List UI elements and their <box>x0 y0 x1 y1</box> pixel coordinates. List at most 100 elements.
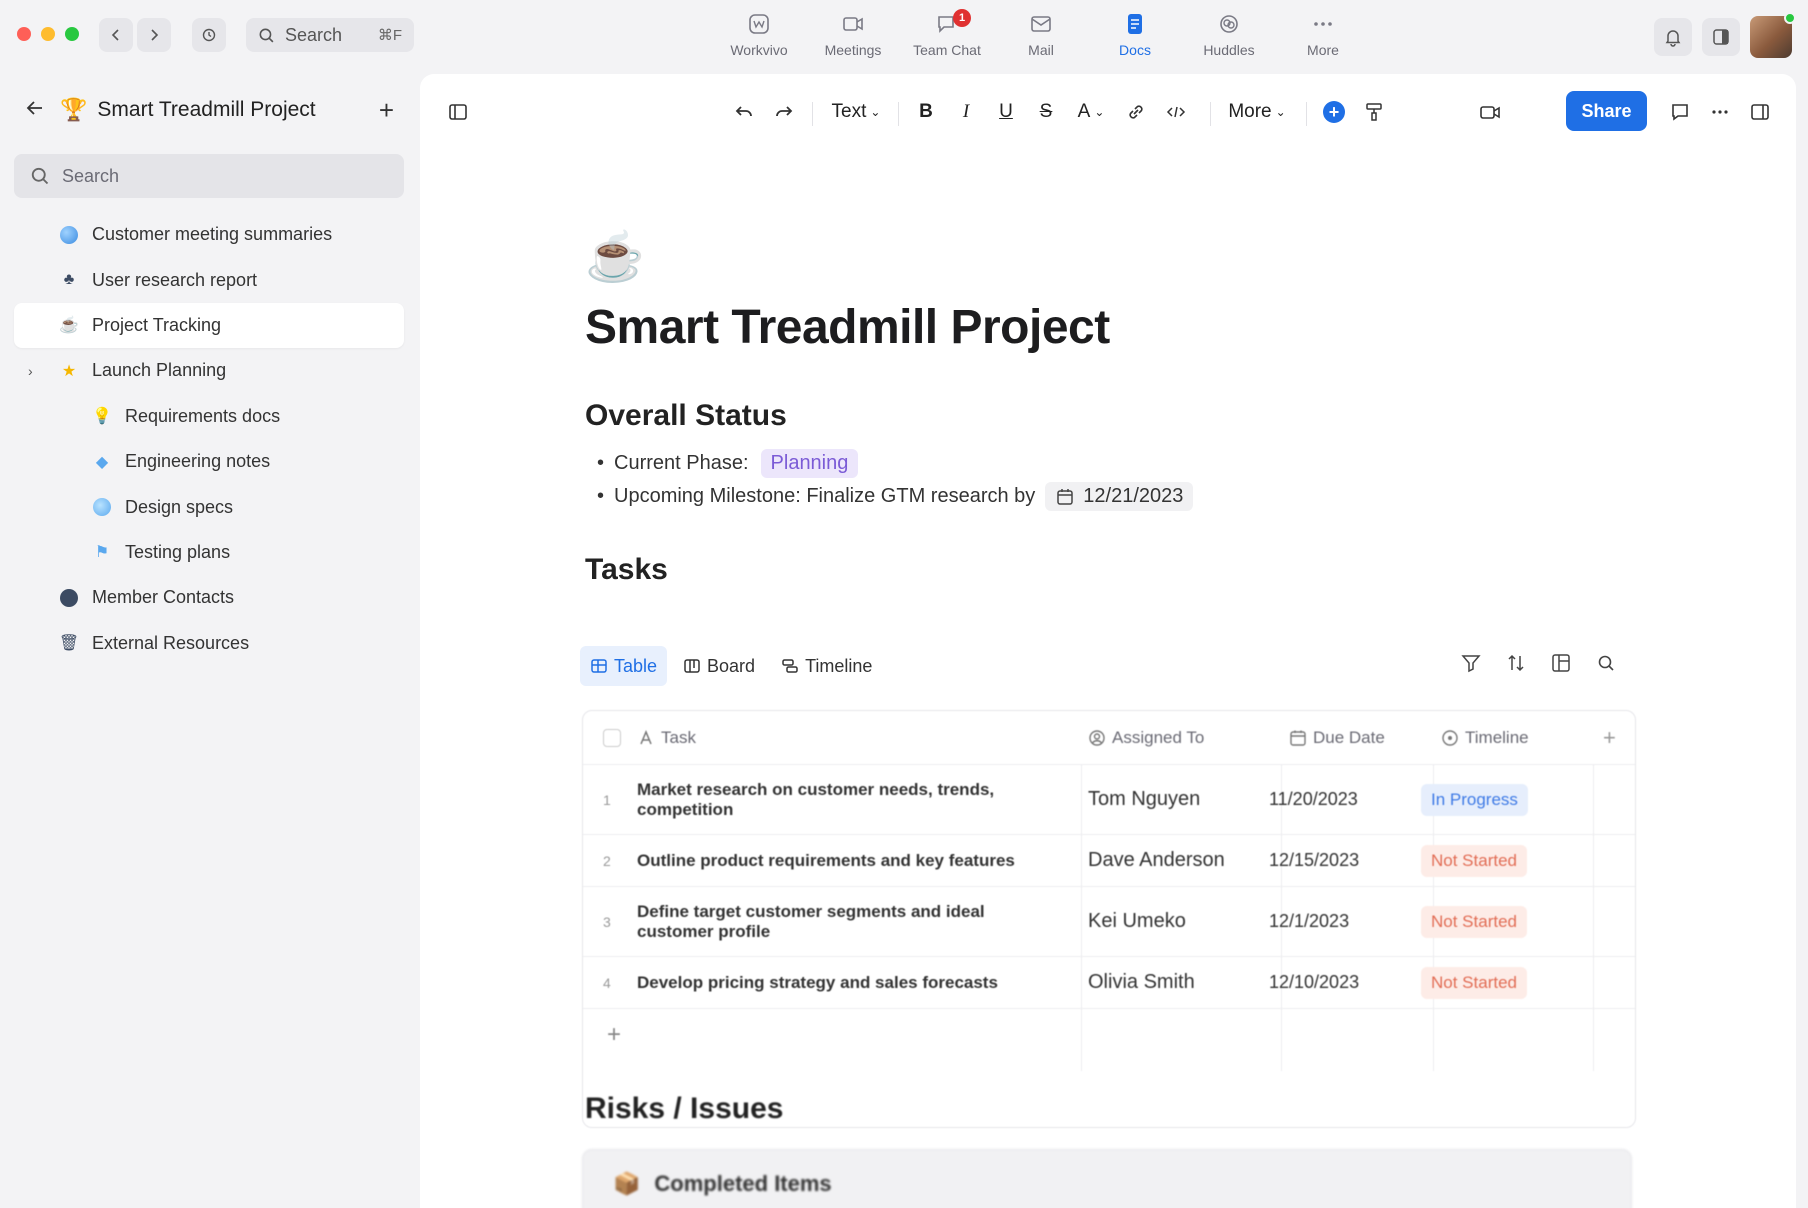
share-button[interactable]: Share <box>1566 91 1647 131</box>
table-row[interactable]: 4 Develop pricing strategy and sales for… <box>583 957 1635 1009</box>
current-phase-line[interactable]: Current Phase: Planning <box>585 447 1645 480</box>
strikethrough-button[interactable]: S <box>1030 96 1062 128</box>
close-window-button[interactable] <box>17 27 31 41</box>
doc-options-button[interactable] <box>1704 96 1736 128</box>
toggle-outline-button[interactable] <box>442 96 474 128</box>
add-column-button[interactable]: + <box>1603 725 1616 751</box>
nav-meetings[interactable]: Meetings <box>806 12 900 58</box>
assignee-cell[interactable]: Olivia Smith <box>1068 971 1195 994</box>
task-cell[interactable]: Market research on customer needs, trend… <box>637 780 1057 820</box>
nav-more[interactable]: More <box>1276 12 1370 58</box>
sidebar-search-input[interactable]: Search <box>14 154 404 198</box>
due-date-cell[interactable]: 12/1/2023 <box>1269 911 1349 932</box>
due-date-cell[interactable]: 12/15/2023 <box>1269 850 1359 871</box>
timeline-cell[interactable]: Not Started <box>1421 966 1527 999</box>
code-button[interactable] <box>1160 96 1192 128</box>
redo-button[interactable] <box>768 96 800 128</box>
column-header-assigned-to[interactable]: Assigned To <box>1088 728 1204 748</box>
nav-huddles[interactable]: Huddles <box>1182 12 1276 58</box>
tab-timeline[interactable]: Timeline <box>771 646 882 686</box>
start-meeting-button[interactable] <box>1472 96 1508 128</box>
font-color-dropdown[interactable]: A ⌄ <box>1070 96 1112 128</box>
task-cell[interactable]: Define target customer segments and idea… <box>637 902 1057 942</box>
assignee-cell[interactable]: Dave Anderson <box>1068 849 1225 872</box>
nav-label: Docs <box>1119 42 1151 58</box>
row-number: 4 <box>603 974 611 991</box>
overall-status-heading[interactable]: Overall Status <box>585 399 1645 433</box>
table-row[interactable]: 2 Outline product requirements and key f… <box>583 835 1635 887</box>
milestone-date-chip[interactable]: 12/21/2023 <box>1045 482 1194 511</box>
timeline-cell[interactable]: Not Started <box>1421 905 1527 938</box>
notifications-button[interactable] <box>1654 18 1692 56</box>
nav-mail[interactable]: Mail <box>994 12 1088 58</box>
sidebar-item-external-resources[interactable]: 🗑 External Resources <box>14 621 404 666</box>
sidebar-item-label: Engineering notes <box>125 451 271 472</box>
sidebar-item-design-specs[interactable]: Design specs <box>14 484 404 529</box>
sort-icon[interactable] <box>1505 652 1527 674</box>
sidebar-item-requirements-docs[interactable]: 💡 Requirements docs <box>14 394 404 439</box>
sidebar-item-engineering-notes[interactable]: ◆ Engineering notes <box>14 439 404 484</box>
task-cell[interactable]: Develop pricing strategy and sales forec… <box>637 973 1057 993</box>
history-button[interactable] <box>192 18 226 52</box>
user-avatar[interactable] <box>1750 12 1796 58</box>
column-header-timeline[interactable]: Timeline <box>1441 728 1529 748</box>
timeline-cell[interactable]: In Progress <box>1421 783 1528 816</box>
due-date-cell[interactable]: 12/10/2023 <box>1269 972 1359 993</box>
tab-board[interactable]: Board <box>673 646 765 686</box>
status-badge: Not Started <box>1421 905 1527 938</box>
undo-button[interactable] <box>728 96 760 128</box>
page-title[interactable]: Smart Treadmill Project <box>585 300 1645 355</box>
toggle-panel-button[interactable] <box>1702 18 1740 56</box>
nav-workvivo[interactable]: Workvivo <box>712 12 806 58</box>
tab-table[interactable]: Table <box>580 646 668 686</box>
forward-button[interactable] <box>137 18 171 52</box>
doc-cover-cup-icon[interactable]: ☕ <box>585 234 1645 282</box>
column-header-task[interactable]: Task <box>637 728 696 748</box>
global-search[interactable]: Search ⌘F <box>246 18 414 52</box>
assignee-cell[interactable]: Kei Umeko <box>1068 910 1186 933</box>
sidebar-item-user-research-report[interactable]: ♣ User research report <box>14 257 404 302</box>
sidebar-item-testing-plans[interactable]: ⚑ Testing plans <box>14 530 404 575</box>
phase-status-badge[interactable]: Planning <box>760 449 859 478</box>
bold-button[interactable]: B <box>910 96 942 128</box>
tasks-heading[interactable]: Tasks <box>585 553 1645 587</box>
search-icon[interactable] <box>1595 652 1617 674</box>
select-all-checkbox[interactable] <box>603 729 621 747</box>
completed-items-callout[interactable]: 📦 Completed Items <box>582 1149 1632 1208</box>
zoom-window-button[interactable] <box>65 27 79 41</box>
back-arrow-button[interactable] <box>24 97 46 124</box>
underline-button[interactable]: U <box>990 96 1022 128</box>
add-row-button[interactable]: + <box>607 1021 621 1049</box>
columns-icon[interactable] <box>1550 652 1572 674</box>
nav-team-chat[interactable]: 1 Team Chat <box>900 9 994 58</box>
add-page-button[interactable]: + <box>379 97 394 123</box>
filter-icon[interactable] <box>1460 652 1482 674</box>
table-row[interactable]: 3 Define target customer segments and id… <box>583 887 1635 957</box>
back-button[interactable] <box>99 18 133 52</box>
timeline-cell[interactable]: Not Started <box>1421 844 1527 877</box>
table-icon <box>591 659 607 673</box>
risks-heading[interactable]: Risks / Issues <box>585 1092 783 1126</box>
sidebar-item-customer-meeting-summaries[interactable]: Customer meeting summaries <box>14 212 404 257</box>
cup-icon: ☕ <box>59 317 79 335</box>
more-formatting-dropdown[interactable]: More ⌄ <box>1220 96 1294 128</box>
table-row[interactable]: 1 Market research on customer needs, tre… <box>583 765 1635 835</box>
assignee-cell[interactable]: Tom Nguyen <box>1068 788 1200 811</box>
due-date-cell[interactable]: 11/20/2023 <box>1269 789 1358 810</box>
comments-button[interactable] <box>1664 96 1696 128</box>
minimize-window-button[interactable] <box>41 27 55 41</box>
milestone-line[interactable]: Upcoming Milestone: Finalize GTM researc… <box>585 480 1645 513</box>
task-cell[interactable]: Outline product requirements and key fea… <box>637 851 1057 871</box>
text-style-dropdown[interactable]: Text ⌄ <box>824 96 888 128</box>
insert-link-button[interactable] <box>1120 96 1152 128</box>
sidebar-item-member-contacts[interactable]: Member Contacts <box>14 575 404 620</box>
insert-block-button[interactable]: + <box>1318 96 1350 128</box>
sidebar-item-launch-planning[interactable]: › ★ Launch Planning <box>14 348 404 393</box>
italic-button[interactable]: I <box>950 96 982 128</box>
column-header-due-date[interactable]: Due Date <box>1289 728 1385 748</box>
nav-docs[interactable]: Docs <box>1088 12 1182 58</box>
sidebar-item-project-tracking[interactable]: ☕ Project Tracking <box>14 302 404 349</box>
format-painter-button[interactable] <box>1358 96 1390 128</box>
chevron-right-icon[interactable]: › <box>28 363 33 379</box>
toggle-right-panel-button[interactable] <box>1744 96 1776 128</box>
